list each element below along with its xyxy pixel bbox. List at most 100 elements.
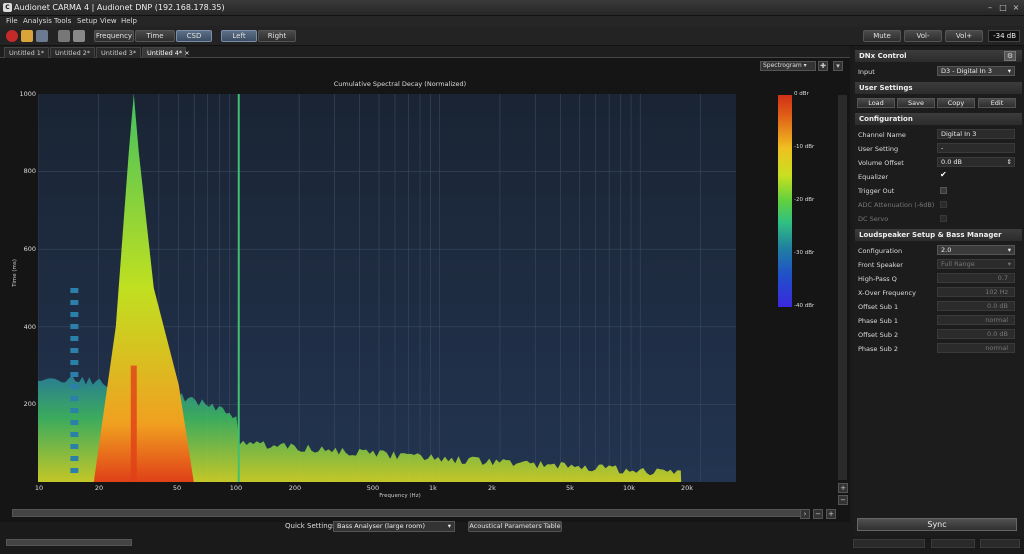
high-pass-q-field[interactable]: 0.7 [937, 273, 1015, 283]
x-tick: 5k [566, 484, 574, 492]
channel-name-label: Channel Name [858, 131, 906, 139]
front-speaker-select[interactable]: Full Range ▾ [937, 259, 1015, 269]
quick-settings-select[interactable]: Bass Analyser (large room) ▾ [333, 521, 455, 532]
decay-speck [70, 348, 79, 353]
csd-spectrogram[interactable] [38, 94, 736, 482]
sync-button[interactable]: Sync [857, 518, 1017, 531]
status-field [853, 539, 925, 548]
time-button[interactable]: Time [135, 30, 175, 42]
menu-view[interactable]: View [100, 16, 117, 26]
decay-speck [70, 396, 79, 401]
gear-icon[interactable]: ⚙ [1004, 51, 1016, 61]
tab-untitled-4[interactable]: Untitled 4* × [142, 47, 190, 58]
decay-speck [70, 468, 79, 473]
x-tick: 2k [488, 484, 496, 492]
y-tick: 200 [23, 400, 36, 408]
input-label: Input [858, 68, 875, 76]
phase-sub-1-field[interactable]: normal [937, 315, 1015, 325]
y-tick: 1000 [19, 90, 36, 98]
decay-speck [70, 408, 79, 413]
copy-button[interactable]: Copy [937, 98, 975, 108]
zoom-in-x-icon[interactable]: + [826, 509, 836, 519]
x-tick: 10k [622, 484, 636, 492]
colorbar-tick: -30 dBr [794, 250, 815, 256]
offset-sub-1-field[interactable]: 0.0 dB [937, 301, 1015, 311]
window-title: Audionet CARMA 4 | Audionet DNP (192.168… [14, 3, 225, 12]
equalizer-checkbox[interactable]: ✔ [940, 170, 947, 179]
save-icon[interactable] [36, 30, 48, 42]
menu-file[interactable]: File [6, 16, 18, 26]
close-icon[interactable]: × [1010, 3, 1022, 13]
zoom-out-x-icon[interactable]: − [813, 509, 823, 519]
offset-sub-2-field[interactable]: 0.0 dB [937, 329, 1015, 339]
x-over-frequency-field[interactable]: 102 Hz [937, 287, 1015, 297]
volume-readout: -34 dB [988, 30, 1020, 42]
loudspeaker-setup-header: Loudspeaker Setup & Bass Manager [855, 229, 1022, 241]
csd-button[interactable]: CSD [176, 30, 212, 42]
tab-untitled-1[interactable]: Untitled 1* [4, 47, 49, 58]
y-tick: 400 [23, 323, 36, 331]
print-icon[interactable] [73, 30, 85, 42]
volume-up-button[interactable]: Vol+ [945, 30, 983, 42]
edit-button[interactable]: Edit [978, 98, 1016, 108]
volume-down-button[interactable]: Vol- [904, 30, 942, 42]
decay-speck [70, 288, 79, 293]
mute-button[interactable]: Mute [863, 30, 901, 42]
folder-icon[interactable] [21, 30, 33, 42]
acoustical-parameters-button[interactable]: Acoustical Parameters Table [468, 521, 562, 532]
decay-speck [70, 432, 79, 437]
x-tick: 10 [34, 484, 44, 492]
right-channel-button[interactable]: Right [258, 30, 296, 42]
vertical-scrollbar[interactable] [838, 95, 847, 480]
equalizer-label: Equalizer [858, 173, 889, 181]
tab-close-icon[interactable]: × [184, 49, 189, 57]
color-scale-bar [778, 95, 792, 307]
maximize-icon[interactable]: □ [997, 3, 1009, 13]
record-icon[interactable] [6, 30, 18, 42]
menu-tools[interactable]: Tools [54, 16, 71, 26]
adc-attenuation-checkbox[interactable] [940, 201, 947, 208]
scroll-right-icon[interactable]: › [800, 509, 810, 519]
phase-sub-2-field[interactable]: normal [937, 343, 1015, 353]
view-select[interactable]: Spectrogram ▾ [760, 61, 816, 71]
zoom-in-y-icon[interactable]: + [838, 483, 848, 493]
volume-offset-value: 0.0 dB [941, 158, 962, 166]
decay-speck [70, 384, 79, 389]
menu-help[interactable]: Help [121, 16, 137, 26]
save-button[interactable]: Save [897, 98, 935, 108]
frequency-button[interactable]: Frequency [94, 30, 134, 42]
left-channel-button[interactable]: Left [221, 30, 257, 42]
menu-setup[interactable]: Setup [77, 16, 97, 26]
zoom-fit-icon[interactable]: ✚ [818, 61, 828, 71]
trigger-out-checkbox[interactable] [940, 187, 947, 194]
dnx-control-header: DNx Control [855, 50, 1022, 62]
quick-settings-label: Quick Settings [285, 522, 336, 530]
colorbar-tick: 0 dBr [794, 91, 809, 97]
menu-analysis[interactable]: Analysis [23, 16, 52, 26]
plot-title: Cumulative Spectral Decay (Normalized) [333, 80, 467, 88]
dc-servo-checkbox[interactable] [940, 215, 947, 222]
input-select[interactable]: D3 - Digital In 3 ▾ [937, 66, 1015, 76]
y-tick: 800 [23, 167, 36, 175]
decay-speck [70, 360, 79, 365]
user-setting-field[interactable]: - [937, 143, 1015, 153]
status-field [931, 539, 975, 548]
panel-menu-icon[interactable]: ▾ [833, 61, 843, 71]
export-icon[interactable] [58, 30, 70, 42]
volume-offset-field[interactable]: 0.0 dB ⇕ [937, 157, 1015, 167]
load-button[interactable]: Load [857, 98, 895, 108]
configuration-select[interactable]: 2.0 ▾ [937, 245, 1015, 255]
trigger-out-label: Trigger Out [858, 187, 895, 195]
channel-name-field[interactable]: Digital In 3 [937, 129, 1015, 139]
title-bar: C Audionet CARMA 4 | Audionet DNP (192.1… [0, 0, 1024, 16]
minimize-icon[interactable]: – [984, 3, 996, 13]
tab-untitled-3[interactable]: Untitled 3* [96, 47, 141, 58]
phase-sub-2-label: Phase Sub 2 [858, 345, 899, 353]
zoom-out-y-icon[interactable]: − [838, 495, 848, 505]
menu-bar: File Analysis Tools Setup View Help [0, 16, 1024, 26]
horizontal-scrollbar[interactable] [12, 509, 802, 517]
tab-untitled-2[interactable]: Untitled 2* [50, 47, 95, 58]
decay-speck [70, 456, 79, 461]
x-tick: 50 [172, 484, 182, 492]
x-tick: 20 [94, 484, 104, 492]
